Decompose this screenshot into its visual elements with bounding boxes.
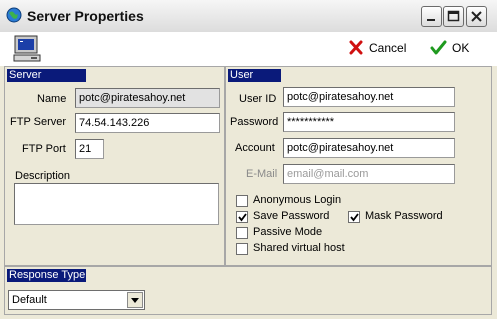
name-input[interactable]: potc@piratesahoy.net [75, 88, 220, 108]
account-input[interactable]: potc@piratesahoy.net [283, 138, 455, 158]
shared-virtual-host-label: Shared virtual host [253, 242, 345, 254]
mask-password-label: Mask Password [365, 210, 443, 222]
ftp-port-label: FTP Port [22, 143, 66, 155]
ftp-port-input[interactable]: 21 [75, 139, 104, 159]
email-input[interactable]: email@mail.com [283, 164, 455, 184]
globe-icon [6, 7, 22, 23]
passive-mode-label: Passive Mode [253, 226, 323, 238]
server-panel: Server Name potc@piratesahoy.net FTP Ser… [4, 66, 225, 266]
account-label: Account [235, 142, 275, 154]
dropdown-button[interactable] [127, 292, 143, 308]
response-type-select[interactable]: Default [8, 290, 145, 310]
user-panel: User User ID potc@piratesahoy.net Passwo… [225, 66, 492, 266]
chevron-down-icon [131, 298, 139, 303]
password-label: Password [230, 116, 279, 128]
maximize-button[interactable] [443, 6, 464, 27]
checkmark-icon [238, 213, 247, 222]
user-id-label: User ID [239, 93, 277, 105]
title-bar[interactable]: Server Properties [0, 0, 497, 33]
description-label: Description [15, 170, 71, 182]
password-input[interactable]: *********** [283, 112, 455, 132]
cancel-label: Cancel [369, 41, 407, 55]
name-label: Name [37, 93, 67, 105]
close-icon [471, 11, 482, 22]
save-password-label: Save Password [253, 210, 330, 222]
anonymous-login-label: Anonymous Login [253, 194, 342, 206]
minimize-icon [427, 19, 435, 21]
description-textarea[interactable] [14, 183, 219, 225]
cancel-button[interactable]: Cancel [349, 40, 407, 58]
checkmark-icon [350, 213, 359, 222]
ftp-server-label: FTP Server [10, 116, 67, 128]
toolbar: Cancel OK [0, 32, 497, 66]
minimize-button[interactable] [421, 6, 442, 27]
ok-button[interactable]: OK [430, 40, 470, 58]
response-type-value: Default [12, 294, 47, 306]
user-section-header: User [228, 69, 281, 82]
ftp-server-input[interactable]: 74.54.143.226 [75, 113, 220, 133]
window-title: Server Properties [27, 8, 144, 24]
server-section-header: Server [7, 69, 86, 82]
email-label: E-Mail [246, 168, 278, 180]
user-id-input[interactable]: potc@piratesahoy.net [283, 87, 455, 107]
computer-icon [12, 34, 42, 69]
ok-label: OK [452, 41, 470, 55]
green-check-icon [430, 40, 447, 55]
response-type-header: Response Type [7, 269, 86, 282]
maximize-icon [447, 10, 460, 22]
close-button[interactable] [466, 6, 487, 27]
response-type-panel: Response Type Default [4, 266, 492, 315]
server-properties-window: Server Properties Cancel OK Server Name … [0, 0, 497, 319]
red-x-icon [349, 40, 363, 55]
